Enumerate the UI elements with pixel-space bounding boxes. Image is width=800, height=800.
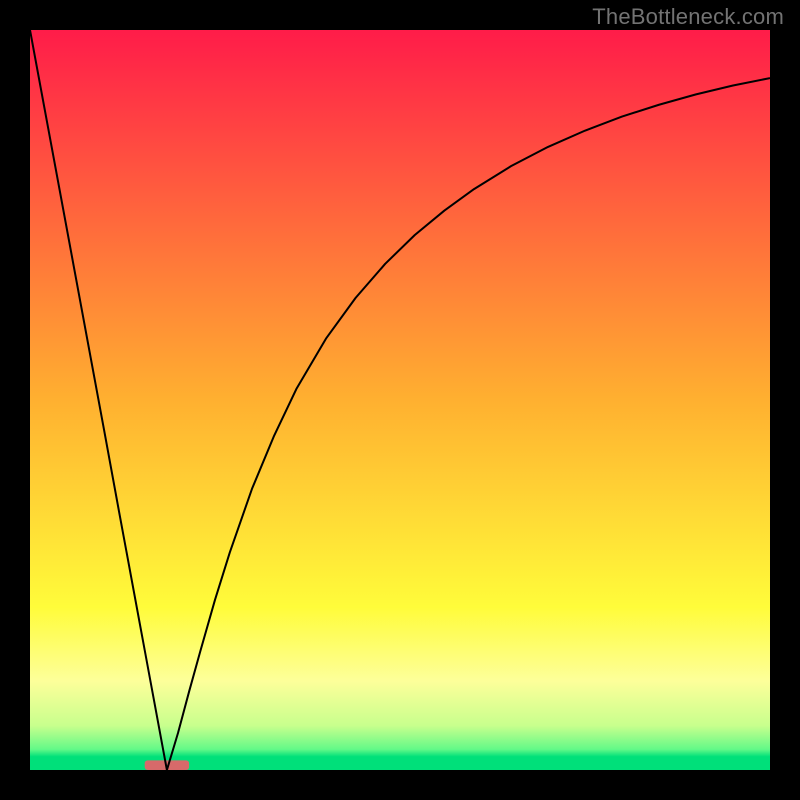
plot-area [30, 30, 770, 770]
chart-svg [30, 30, 770, 770]
watermark-text: TheBottleneck.com [592, 4, 784, 30]
gradient-background [30, 30, 770, 770]
chart-frame: TheBottleneck.com [0, 0, 800, 800]
